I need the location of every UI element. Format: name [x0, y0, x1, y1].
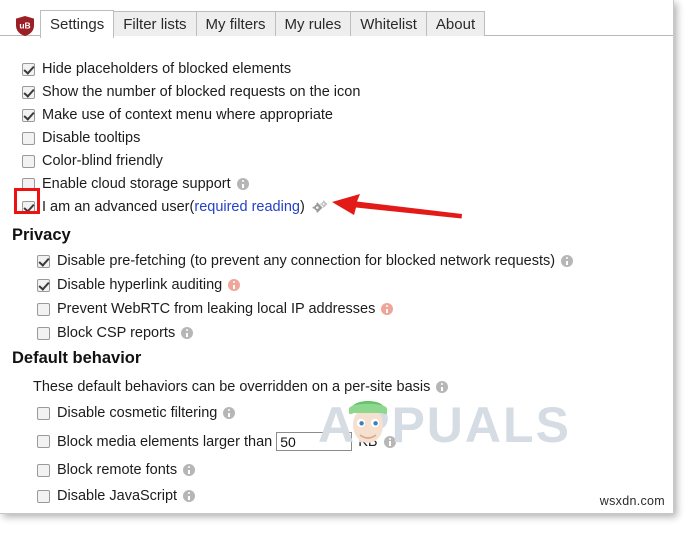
source-watermark: wsxdn.com [599, 494, 665, 508]
tab-list: Settings Filter lists My filters My rule… [40, 9, 486, 38]
option-disable-prefetching[interactable]: Disable pre-fetching (to prevent any con… [37, 253, 574, 269]
tab-whitelist[interactable]: Whitelist [350, 11, 426, 38]
tab-about[interactable]: About [425, 11, 486, 38]
info-icon[interactable] [181, 327, 194, 339]
option-label: I am an advanced user [42, 199, 190, 215]
option-disable-cosmetic-filtering[interactable]: Disable cosmetic filtering [37, 406, 396, 420]
info-icon[interactable] [183, 464, 196, 476]
info-icon[interactable] [383, 435, 396, 448]
option-label: Make use of context menu where appropria… [42, 107, 333, 123]
advanced-link-paren-close: ) [299, 199, 305, 215]
checkbox-disable-tooltips[interactable] [22, 131, 35, 145]
media-size-unit: KB [358, 433, 378, 450]
option-cloud-storage[interactable]: Enable cloud storage support [22, 177, 360, 191]
checkbox-disable-prefetching[interactable] [37, 254, 50, 268]
checkbox-hide-placeholders[interactable] [22, 62, 35, 76]
info-icon[interactable] [561, 255, 574, 267]
settings-content: Hide placeholders of blocked elements Sh… [0, 36, 673, 513]
checkbox-color-blind-friendly[interactable] [22, 154, 35, 168]
default-behavior-heading: Default behavior [12, 349, 142, 367]
option-disable-tooltips[interactable]: Disable tooltips [22, 131, 360, 145]
info-icon[interactable] [436, 381, 449, 393]
checkbox-advanced-user[interactable] [22, 200, 35, 214]
option-prevent-webrtc-leak[interactable]: Prevent WebRTC from leaking local IP add… [37, 302, 573, 316]
info-icon[interactable] [236, 178, 249, 190]
option-label: Prevent WebRTC from leaking local IP add… [57, 301, 376, 317]
tab-bar: uB Settings Filter lists My filters My r… [0, 0, 673, 38]
option-label: Disable tooltips [42, 130, 141, 146]
privacy-options-group: Disable pre-fetching (to prevent any con… [37, 253, 574, 340]
checkbox-block-media-elements[interactable] [37, 435, 50, 448]
ublock-options-window: uB Settings Filter lists My filters My r… [0, 0, 674, 514]
checkbox-block-csp-reports[interactable] [37, 326, 50, 340]
option-show-blocked-count[interactable]: Show the number of blocked requests on t… [22, 85, 360, 99]
option-label: Disable hyperlink auditing [57, 277, 223, 293]
option-label: Show the number of blocked requests on t… [42, 84, 361, 100]
option-label: Block CSP reports [57, 325, 176, 341]
option-hide-placeholders[interactable]: Hide placeholders of blocked elements [22, 62, 360, 76]
checkbox-disable-cosmetic-filtering[interactable] [37, 406, 50, 420]
tab-filter-lists[interactable]: Filter lists [114, 11, 196, 38]
checkbox-show-blocked-count[interactable] [22, 85, 35, 99]
checkbox-cloud-storage[interactable] [22, 177, 35, 191]
option-block-media-elements[interactable]: Block media elements larger than KB [37, 432, 396, 451]
description-text: These default behaviors can be overridde… [33, 379, 431, 395]
info-icon[interactable] [381, 303, 394, 315]
option-label: Block remote fonts [57, 462, 178, 478]
option-disable-javascript[interactable]: Disable JavaScript [37, 489, 396, 503]
info-icon[interactable] [183, 490, 196, 502]
default-behavior-description: These default behaviors can be overridde… [33, 379, 449, 395]
media-size-input[interactable] [276, 432, 353, 451]
option-context-menu[interactable]: Make use of context menu where appropria… [22, 108, 360, 122]
tab-my-rules[interactable]: My rules [274, 11, 351, 38]
option-color-blind-friendly[interactable]: Color-blind friendly [22, 154, 360, 168]
checkbox-disable-javascript[interactable] [37, 489, 50, 503]
svg-text:uB: uB [19, 21, 30, 31]
checkbox-context-menu[interactable] [22, 108, 35, 122]
checkbox-prevent-webrtc-leak[interactable] [37, 302, 50, 316]
tab-my-filters[interactable]: My filters [195, 11, 275, 38]
option-disable-hyperlink-auditing[interactable]: Disable hyperlink auditing [37, 278, 573, 292]
option-block-csp-reports[interactable]: Block CSP reports [37, 326, 573, 340]
option-label: Disable cosmetic filtering [57, 405, 218, 421]
option-block-remote-fonts[interactable]: Block remote fonts [37, 463, 396, 477]
privacy-heading: Privacy [12, 226, 71, 244]
checkbox-disable-hyperlink-auditing[interactable] [37, 278, 50, 292]
privacy-section: Privacy [12, 226, 71, 245]
option-label: Block media elements larger than [57, 433, 273, 450]
gear-icon[interactable] [312, 200, 328, 214]
default-behavior-options-group: Disable cosmetic filtering Block media e… [37, 406, 396, 503]
option-advanced-user[interactable]: I am an advanced user ( required reading… [22, 200, 360, 214]
ublock-origin-shield-logo: uB [14, 15, 36, 37]
option-label: Disable JavaScript [57, 488, 178, 504]
option-label: Color-blind friendly [42, 153, 163, 169]
general-options-group: Hide placeholders of blocked elements Sh… [22, 62, 360, 214]
tab-settings[interactable]: Settings [40, 10, 115, 38]
option-label: Disable pre-fetching (to prevent any con… [57, 253, 556, 269]
required-reading-link[interactable]: required reading [194, 200, 300, 215]
info-icon[interactable] [223, 407, 236, 419]
info-icon[interactable] [228, 279, 241, 291]
default-behavior-section: Default behavior [12, 349, 141, 368]
checkbox-block-remote-fonts[interactable] [37, 463, 50, 477]
option-label: Hide placeholders of blocked elements [42, 61, 292, 77]
option-label: Enable cloud storage support [42, 176, 231, 192]
